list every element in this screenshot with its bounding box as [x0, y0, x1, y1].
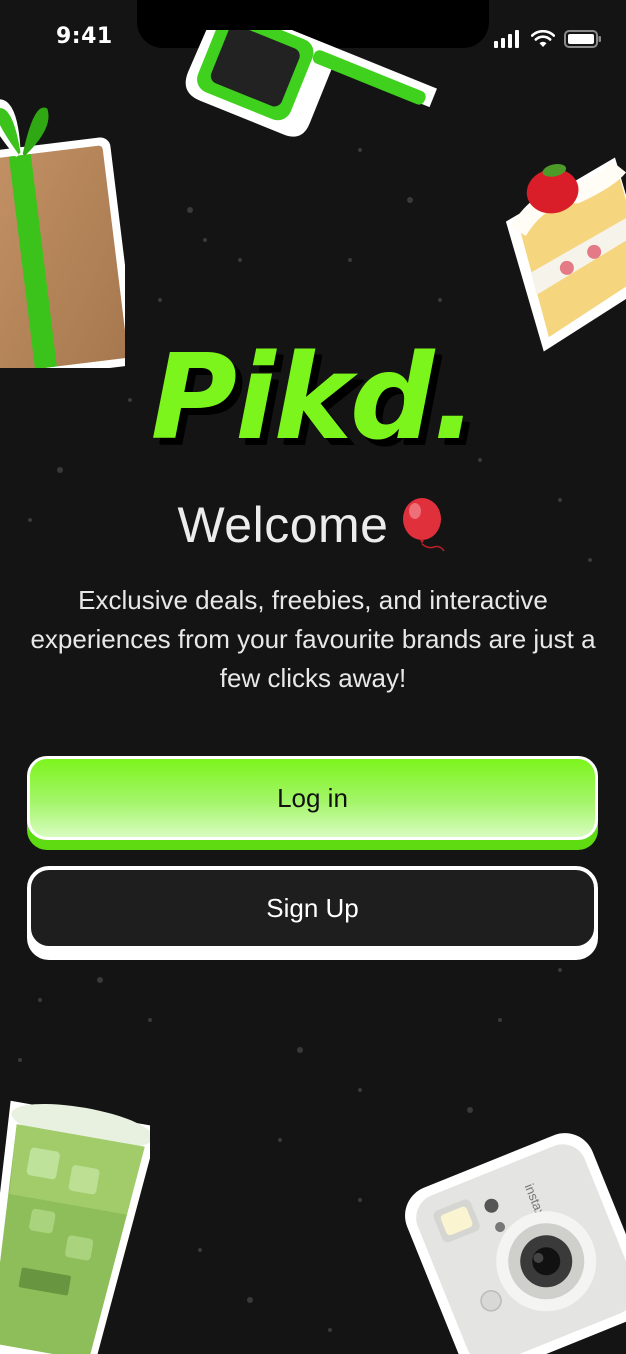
cake-slice-sticker: [505, 157, 626, 352]
welcome-heading-row: Welcome: [0, 496, 626, 554]
status-time: 9:41: [56, 24, 113, 49]
battery-icon: [564, 30, 601, 48]
cellular-signal-icon: [494, 30, 519, 48]
welcome-heading: Welcome: [177, 497, 389, 553]
matcha-drink-sticker: [0, 1100, 150, 1354]
login-button[interactable]: Log in: [27, 756, 598, 840]
gift-box-sticker: [0, 99, 125, 368]
brand-logo: Pikd.: [150, 328, 478, 466]
balloon-icon: [403, 498, 446, 552]
signup-button-container: Sign Up: [27, 866, 598, 960]
status-icons: [494, 30, 602, 48]
wifi-icon: [531, 30, 555, 47]
welcome-screen: 9:41 Pikd. Welcome Exclusive deals, free…: [0, 0, 626, 1354]
signup-button[interactable]: Sign Up: [27, 866, 598, 950]
login-button-container: Log in: [27, 756, 598, 850]
welcome-subtitle: Exclusive deals, freebies, and interacti…: [30, 585, 596, 693]
instax-camera-sticker: instax: [405, 1133, 626, 1354]
sunglasses-sticker: [185, 30, 437, 137]
